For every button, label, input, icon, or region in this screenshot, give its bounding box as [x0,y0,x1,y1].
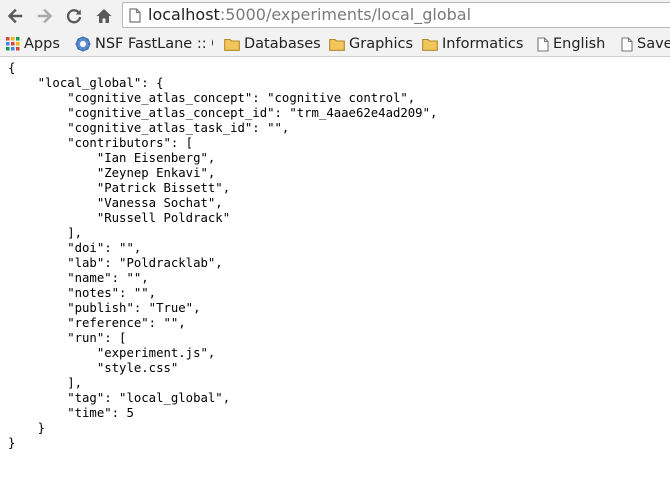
arrow-right-icon [37,8,53,24]
bookmark-apps[interactable]: Apps [6,34,60,54]
browser-toolbar: localhost:5000/experiments/local_global [0,0,670,31]
bookmark-folder-graphics[interactable]: Graphics [329,34,413,54]
folder-icon [224,38,240,51]
bookmark-graphics-label: Graphics [349,36,414,52]
forward-button[interactable] [33,4,57,28]
bookmark-nsf-label: NSF FastLane :: G [95,36,213,52]
page-icon [129,8,141,23]
bookmark-english-label: English [553,36,606,52]
bookmark-save[interactable]: Save [621,34,670,54]
arrow-left-icon [7,8,23,24]
bookmark-databases-label: Databases [244,36,321,52]
apps-grid-icon [6,37,20,51]
folder-icon [329,38,345,51]
bookmark-nsf-fastlane[interactable]: NSF FastLane :: G [75,34,213,54]
bookmark-english[interactable]: English [537,34,605,54]
reload-icon [66,9,82,24]
bookmark-folder-databases[interactable]: Databases [224,34,321,54]
page-icon [537,36,549,52]
json-content: { "local_global": { "cognitive_atlas_con… [8,61,438,450]
url-host: localhost [148,5,220,24]
reload-button[interactable] [62,4,86,28]
back-button[interactable] [3,4,27,28]
home-icon [96,9,112,23]
home-button[interactable] [92,4,116,28]
nsf-logo-icon [75,36,91,52]
bookmark-informatics-label: Informatics [442,36,524,52]
address-bar[interactable]: localhost:5000/experiments/local_global [122,2,670,28]
bookmarks-bar: Apps NSF FastLane :: G Databases Graphic… [0,31,670,57]
url-text: localhost:5000/experiments/local_global [148,6,471,24]
bookmark-apps-label: Apps [24,36,60,52]
folder-icon [422,38,438,51]
url-path: :5000/experiments/local_global [219,5,472,24]
page-icon [621,36,633,52]
bookmark-folder-informatics[interactable]: Informatics [422,34,523,54]
bookmark-save-label: Save [637,36,670,52]
